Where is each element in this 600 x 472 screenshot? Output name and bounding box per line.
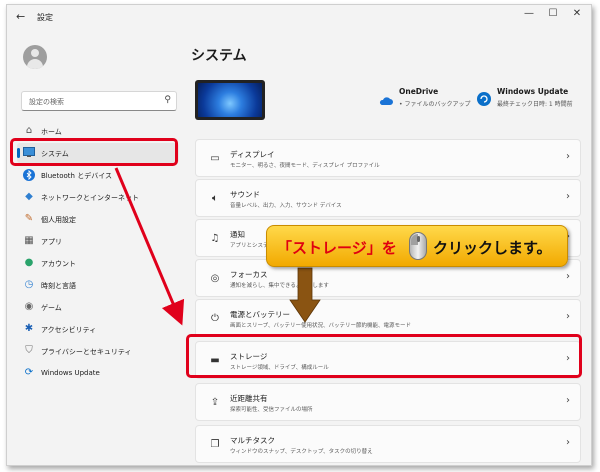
- callout-text-action: クリックします。: [433, 239, 552, 257]
- red-arrow: [114, 167, 185, 326]
- mouse-icon: [409, 232, 427, 260]
- instruction-callout: 「ストレージ」を クリックします。: [266, 225, 568, 267]
- callout-text-target: 「ストレージ」を: [277, 239, 397, 257]
- brown-arrow: [289, 267, 321, 323]
